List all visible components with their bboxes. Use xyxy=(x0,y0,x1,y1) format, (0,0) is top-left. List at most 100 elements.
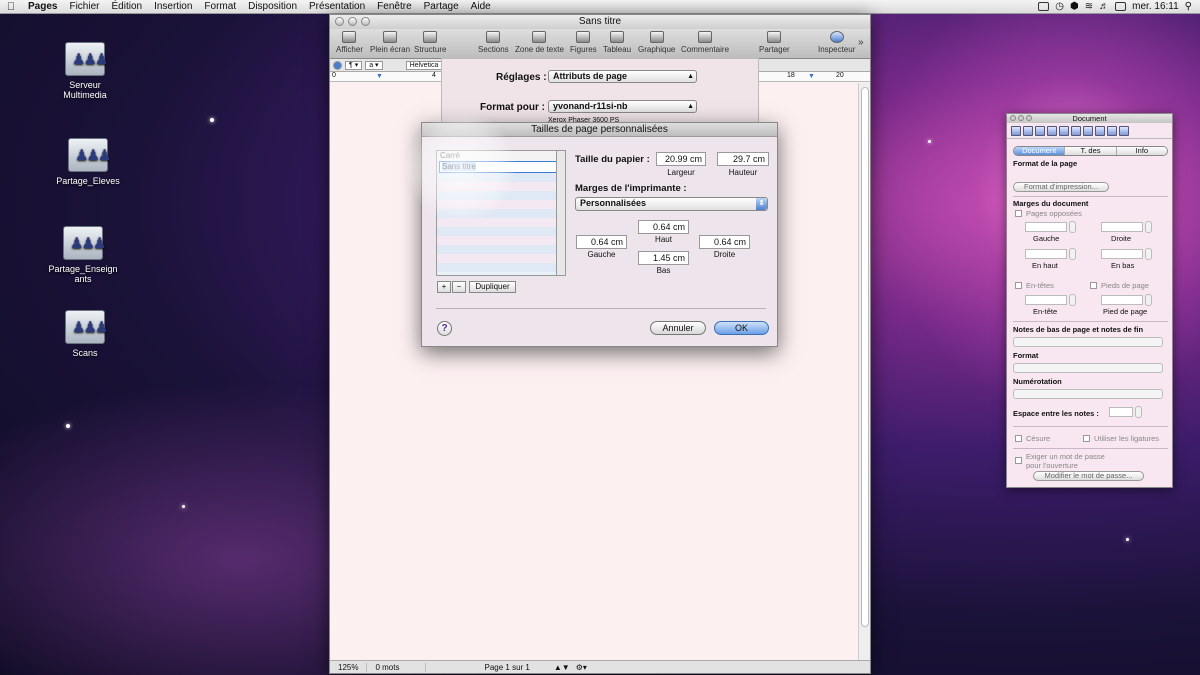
modifier-mot-de-passe-button[interactable]: Modifier le mot de passe... xyxy=(1033,471,1144,481)
font-family-popup[interactable]: Helvetica xyxy=(405,60,443,70)
menu-fenetre[interactable]: Fenêtre xyxy=(371,1,417,12)
margin-gauche-field[interactable] xyxy=(1025,222,1067,232)
menu-disposition[interactable]: Disposition xyxy=(242,1,303,12)
toolbar-zone-de-texte-button[interactable]: Zone de texte xyxy=(515,31,564,54)
toolbar-sections-button[interactable]: Sections xyxy=(478,31,509,54)
toolbar-graphique-button[interactable]: Graphique xyxy=(638,31,675,54)
margin-gauche-stepper[interactable] xyxy=(1069,221,1076,233)
close-button[interactable] xyxy=(335,17,344,26)
duplicate-button[interactable]: Dupliquer xyxy=(469,281,516,293)
spotlight-search-icon[interactable]: ⚲ xyxy=(1185,1,1192,12)
exiger-mot-de-passe-checkbox[interactable] xyxy=(1015,457,1022,464)
list-item[interactable]: Carré xyxy=(437,151,565,161)
graphic-inspector-icon[interactable] xyxy=(1059,126,1069,136)
volume-icon[interactable]: ♬ xyxy=(1099,1,1109,12)
espace-notes-field[interactable] xyxy=(1109,407,1133,417)
link-inspector-icon[interactable] xyxy=(1107,126,1117,136)
text-inspector-icon[interactable] xyxy=(1047,126,1057,136)
desktop-icon-partage-enseignants[interactable]: ♟♟♟ Partage_Enseignants xyxy=(38,226,128,284)
paper-height-field[interactable]: 29.7 cm xyxy=(717,152,769,166)
window-titlebar[interactable]: Sans titre xyxy=(330,15,870,29)
margin-droite-stepper[interactable] xyxy=(1145,221,1152,233)
gear-icon[interactable]: ⚙▾ xyxy=(576,663,587,672)
toolbar-afficher-button[interactable]: Afficher xyxy=(336,31,363,54)
add-size-button[interactable]: + xyxy=(437,281,451,293)
margin-top-field[interactable]: 0.64 cm xyxy=(638,220,689,234)
numerotation-popup[interactable] xyxy=(1013,389,1163,399)
margin-right-field[interactable]: 0.64 cm xyxy=(699,235,750,249)
cesure-checkbox[interactable] xyxy=(1015,435,1022,442)
list-scrollbar[interactable] xyxy=(556,150,566,276)
battery-icon[interactable] xyxy=(1115,2,1127,11)
clock[interactable]: mer. 16:11 xyxy=(1132,1,1179,12)
margin-bottom-field[interactable]: 1.45 cm xyxy=(638,251,689,265)
vertical-scrollbar[interactable] xyxy=(858,83,870,661)
menu-fichier[interactable]: Fichier xyxy=(63,1,105,12)
pages-opposees-checkbox[interactable] xyxy=(1015,210,1022,217)
document-inspector-icon[interactable] xyxy=(1011,126,1021,136)
header-stepper[interactable] xyxy=(1069,294,1076,306)
zoom-popup[interactable]: 125% xyxy=(330,662,368,672)
footer-field[interactable] xyxy=(1101,295,1143,305)
menu-edition[interactable]: Édition xyxy=(105,1,148,12)
header-field[interactable] xyxy=(1025,295,1067,305)
cancel-button[interactable]: Annuler xyxy=(650,321,706,335)
left-indent-marker-icon[interactable]: ▼ xyxy=(376,73,383,80)
toolbar-plein-ecran-button[interactable]: Plein écran xyxy=(370,31,410,54)
zoom-button[interactable] xyxy=(361,17,370,26)
scrollbar-thumb[interactable] xyxy=(861,87,869,627)
page-nav-arrows-icon[interactable]: ▲▼ xyxy=(554,663,570,672)
metrics-inspector-icon[interactable] xyxy=(1071,126,1081,136)
tab-table-des-matieres[interactable]: T. des matières xyxy=(1065,147,1117,155)
menu-presentation[interactable]: Présentation xyxy=(303,1,371,12)
menu-aide[interactable]: Aide xyxy=(465,1,497,12)
menu-insertion[interactable]: Insertion xyxy=(148,1,198,12)
zoom-button[interactable] xyxy=(1026,115,1032,121)
desktop-icon-scans[interactable]: ♟♟♟ Scans xyxy=(40,310,130,358)
printer-margins-popup[interactable]: Personnalisées ⇕ xyxy=(575,197,768,211)
en-tetes-checkbox[interactable] xyxy=(1015,282,1022,289)
format-popup[interactable] xyxy=(1013,363,1163,373)
help-button[interactable]: ? xyxy=(437,321,452,336)
margin-droite-field[interactable] xyxy=(1101,222,1143,232)
toolbar-commentaire-button[interactable]: Commentaire xyxy=(681,31,729,54)
ok-button[interactable]: OK xyxy=(714,321,769,335)
footer-stepper[interactable] xyxy=(1145,294,1152,306)
chart-inspector-icon[interactable] xyxy=(1095,126,1105,136)
margin-left-field[interactable]: 0.64 cm xyxy=(576,235,627,249)
toolbar-structure-button[interactable]: Structure xyxy=(414,31,446,54)
wrap-inspector-icon[interactable] xyxy=(1035,126,1045,136)
bluetooth-icon[interactable]: ⬢ xyxy=(1070,1,1079,12)
character-style-popup[interactable]: a ▾ xyxy=(365,60,383,70)
toolbar-overflow-chevron-icon[interactable]: » xyxy=(858,37,864,48)
apple-icon[interactable]:  xyxy=(0,1,22,13)
table-inspector-icon[interactable] xyxy=(1083,126,1093,136)
desktop-icon-serveur-multimedia[interactable]: ♟♟♟ Serveur Multimedia xyxy=(40,42,130,100)
tab-info[interactable]: Info xyxy=(1116,147,1167,155)
margin-haut-stepper[interactable] xyxy=(1069,248,1076,260)
toolbar-partager-button[interactable]: Partager xyxy=(759,31,790,54)
tab-document[interactable]: Document xyxy=(1014,147,1066,155)
paper-width-field[interactable]: 20.99 cm xyxy=(656,152,706,166)
minimize-button[interactable] xyxy=(348,17,357,26)
notes-popup[interactable] xyxy=(1013,337,1163,347)
toolbar-tableau-button[interactable]: Tableau xyxy=(603,31,631,54)
format-impression-button[interactable]: Format d'impression... xyxy=(1013,182,1109,192)
menu-partage[interactable]: Partage xyxy=(418,1,465,12)
desktop-icon-partage-eleves[interactable]: ♟♟♟ Partage_Eleves xyxy=(43,138,133,186)
espace-notes-stepper[interactable] xyxy=(1135,406,1142,418)
layout-inspector-icon[interactable] xyxy=(1023,126,1033,136)
list-item-rename-field[interactable]: Sans titre xyxy=(439,161,557,173)
page-size-list[interactable]: Carré Sans titre xyxy=(436,150,566,276)
margin-bas-field[interactable] xyxy=(1101,249,1143,259)
margin-haut-field[interactable] xyxy=(1025,249,1067,259)
minimize-button[interactable] xyxy=(1018,115,1024,121)
paragraph-style-popup[interactable]: ¶ ▾ xyxy=(345,60,363,70)
inspector-titlebar[interactable]: Document xyxy=(1007,114,1172,123)
reglages-popup[interactable]: Attributs de page ▲ xyxy=(548,70,697,83)
toolbar-figures-button[interactable]: Figures xyxy=(570,31,597,54)
screen-record-icon[interactable] xyxy=(1038,2,1050,11)
quicktime-inspector-icon[interactable] xyxy=(1119,126,1129,136)
right-indent-marker-icon[interactable]: ▼ xyxy=(808,73,815,80)
styles-drawer-button[interactable] xyxy=(333,60,342,70)
